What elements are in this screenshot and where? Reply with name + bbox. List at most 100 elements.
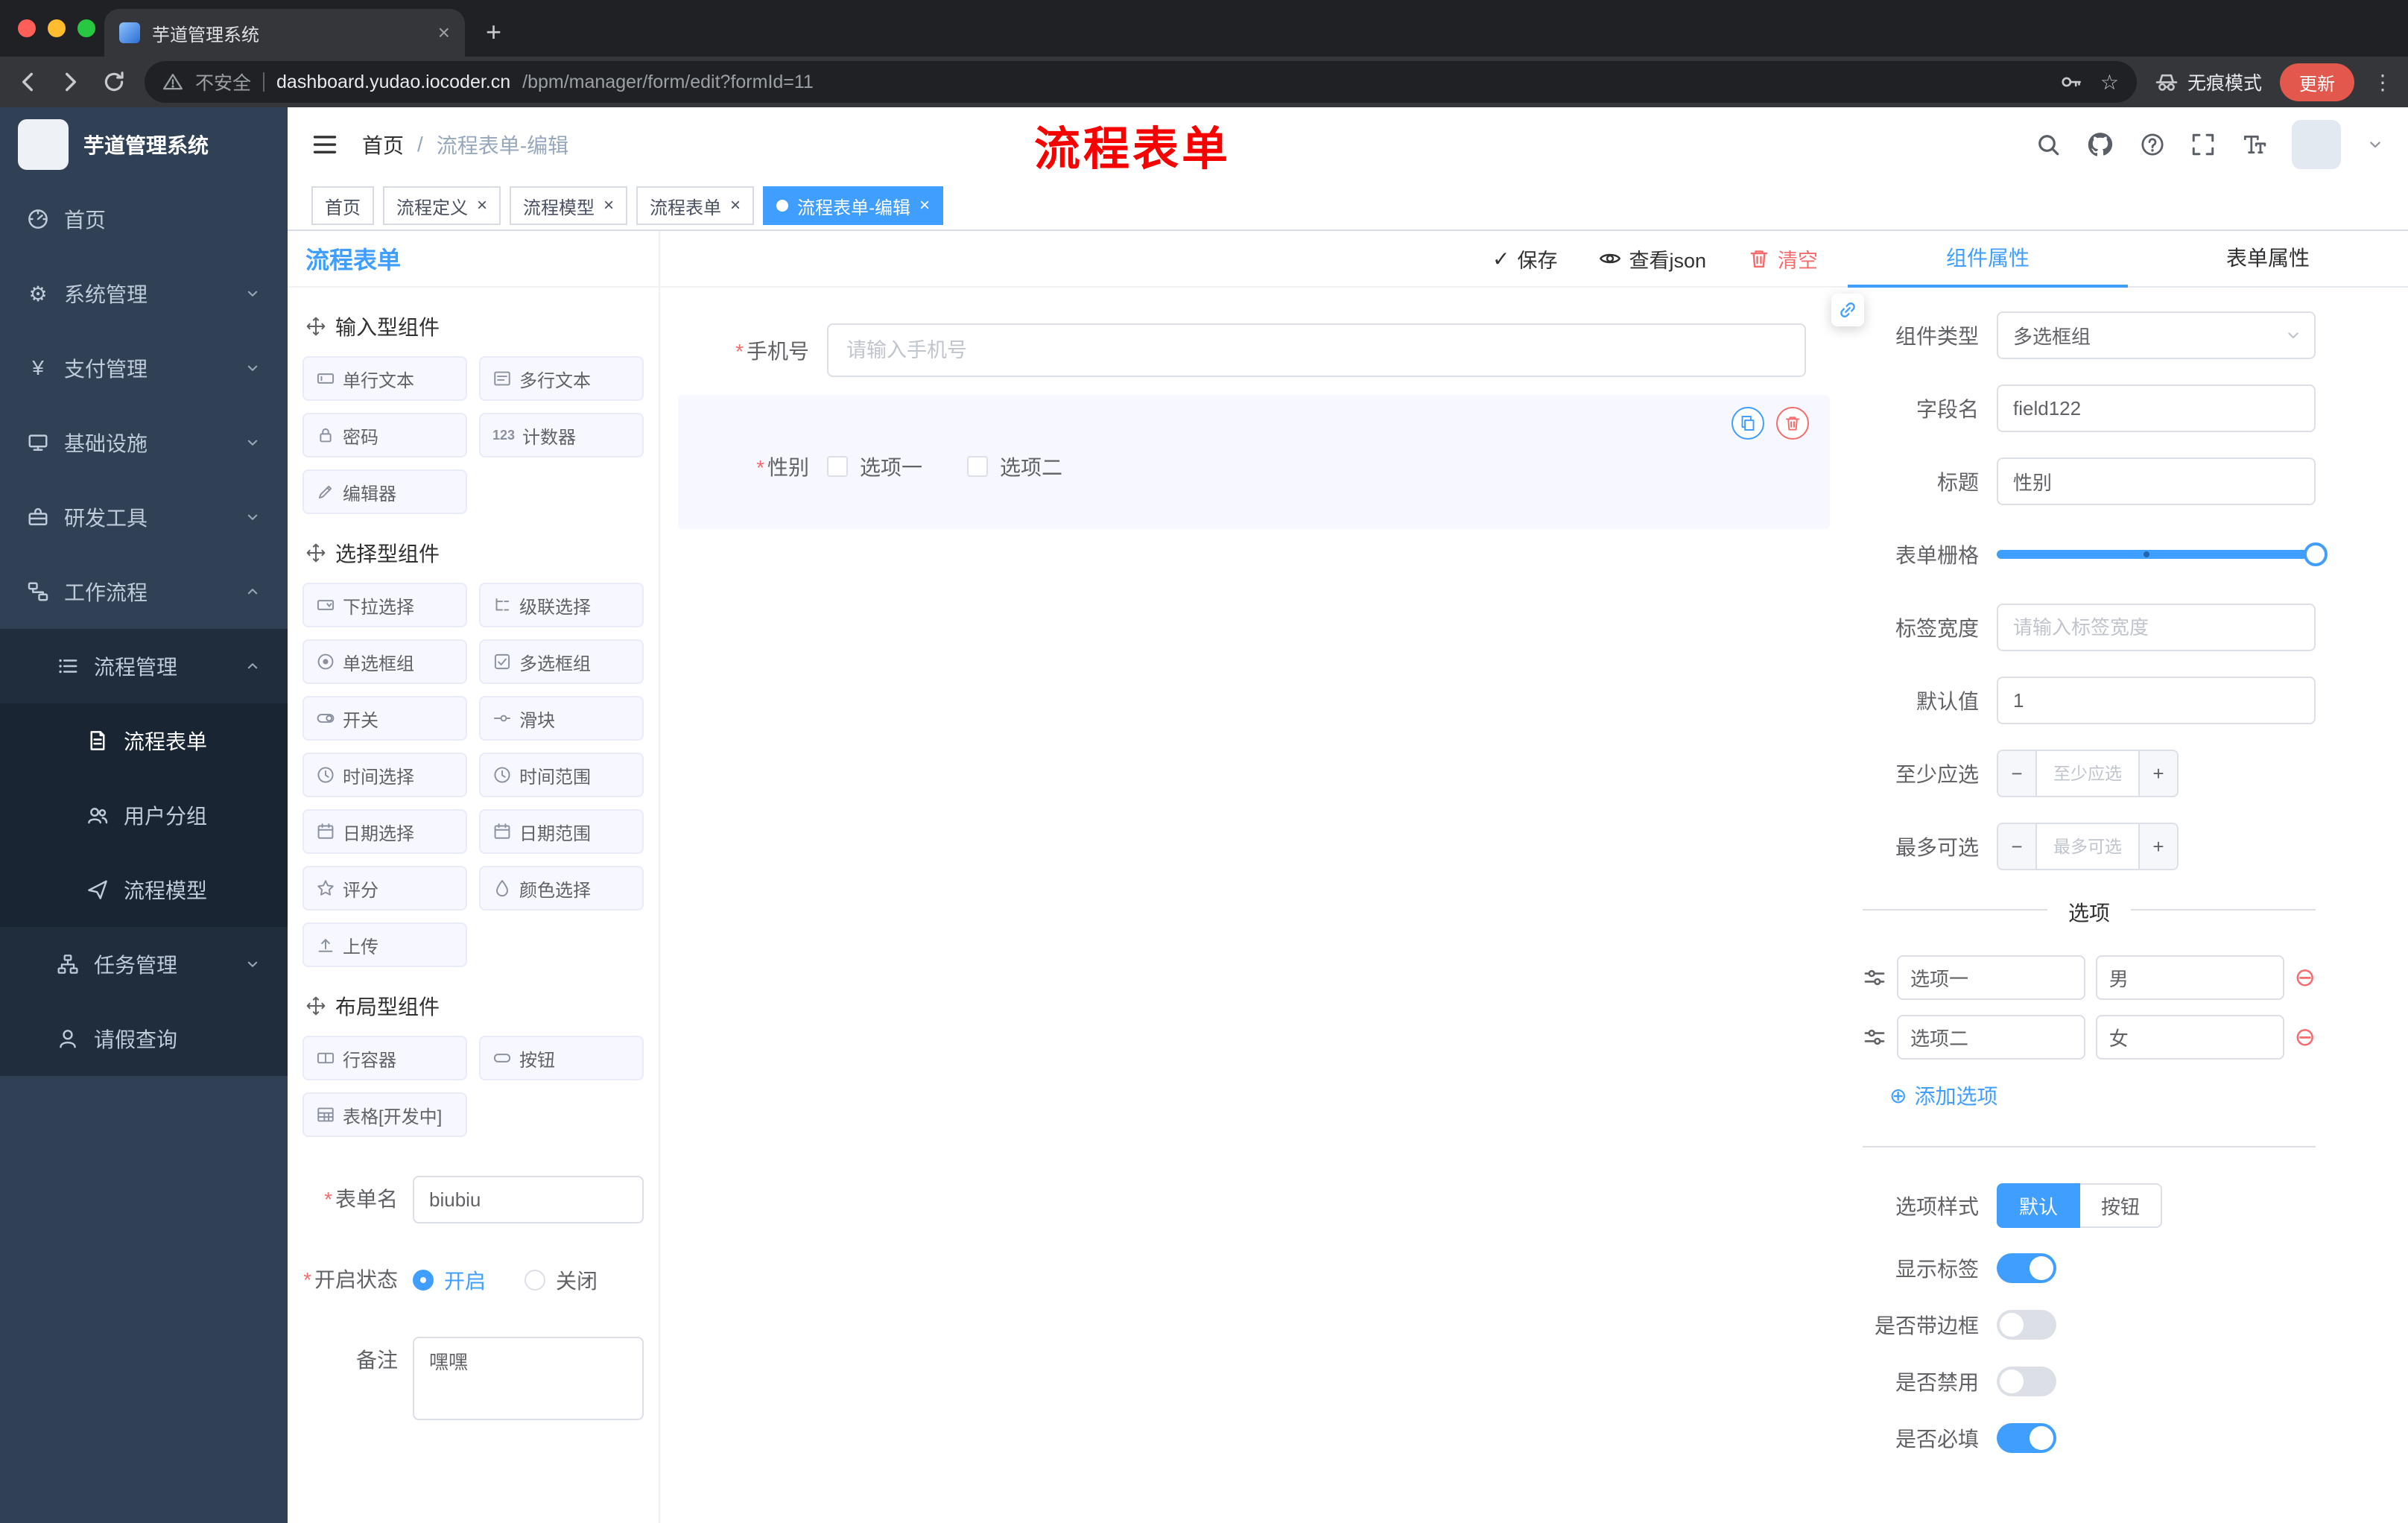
label-width-input[interactable] [1997,604,2316,651]
component-row-container[interactable]: 行容器 [302,1036,467,1080]
required-toggle[interactable] [1997,1423,2056,1453]
font-size-icon[interactable] [2241,132,2266,157]
increase-button[interactable]: + [2138,824,2177,869]
close-icon[interactable]: × [730,195,741,216]
sidebar-item-payment[interactable]: ¥ 支付管理 [0,331,288,405]
checkbox-option-1[interactable]: 选项一 [827,452,922,481]
sidebar-item-workflow[interactable]: 工作流程 [0,554,288,629]
form-name-input[interactable] [413,1176,644,1223]
warning-icon[interactable] [162,72,183,92]
github-icon[interactable] [2086,130,2114,159]
close-icon[interactable]: × [477,195,487,216]
add-option-link[interactable]: ⊕ 添加选项 [1889,1080,2316,1110]
component-editor[interactable]: 编辑器 [302,469,467,514]
field-name-input[interactable] [1997,384,2316,432]
option-2-name-input[interactable] [1897,1015,2085,1060]
minimize-window-button[interactable] [48,19,66,37]
component-date-range[interactable]: 日期范围 [479,809,644,854]
component-cascader[interactable]: 级联选择 [479,583,644,627]
help-icon[interactable] [2140,132,2165,157]
sidebar-item-task-management[interactable]: 任务管理 [0,927,288,1001]
form-remark-textarea[interactable]: 嘿嘿 [413,1337,644,1420]
avatar[interactable] [2292,120,2341,169]
option-1-name-input[interactable] [1897,955,2085,1000]
checkbox-option-2[interactable]: 选项二 [967,452,1062,481]
component-button[interactable]: 按钮 [479,1036,644,1080]
delete-field-button[interactable] [1776,407,1809,440]
option-1-value-input[interactable] [2095,955,2284,1000]
tag-home[interactable]: 首页 [311,186,374,225]
forward-icon[interactable] [58,69,83,95]
sidebar-item-leave-query[interactable]: 请假查询 [0,1001,288,1076]
style-button-button[interactable]: 按钮 [2080,1183,2163,1228]
browser-tab[interactable]: 芋道管理系统 × [104,9,465,57]
key-icon[interactable] [2060,71,2082,93]
tab-close-icon[interactable]: × [438,21,450,45]
remove-option-icon[interactable]: ⊖ [2295,965,2316,990]
search-icon[interactable] [2035,132,2061,157]
zoom-window-button[interactable] [77,19,95,37]
sidebar-item-user-group[interactable]: 用户分组 [0,778,288,852]
sidebar-item-home[interactable]: 首页 [0,182,288,256]
hamburger-icon[interactable] [311,131,338,158]
drag-handle-icon[interactable] [1863,1025,1886,1049]
field-gender-selected[interactable]: * 性别 选项一 选项二 [678,395,1830,529]
component-table[interactable]: 表格[开发中] [302,1092,467,1137]
remove-option-icon[interactable]: ⊖ [2295,1025,2316,1050]
title-input[interactable] [1997,457,2316,505]
decrease-button[interactable]: − [1998,824,2037,869]
fullscreen-icon[interactable] [2190,132,2216,157]
back-icon[interactable] [15,69,40,95]
component-time-range[interactable]: 时间范围 [479,753,644,797]
radio-open[interactable]: 开启 [413,1265,486,1295]
tag-process-definition[interactable]: 流程定义 × [383,186,501,225]
option-2-value-input[interactable] [2095,1015,2284,1060]
min-select-input[interactable] [2037,751,2138,796]
tag-process-form[interactable]: 流程表单 × [636,186,755,225]
component-slider[interactable]: 滑块 [479,696,644,741]
chevron-down-icon[interactable] [2366,136,2384,153]
save-button[interactable]: ✓ 保存 [1492,244,1557,273]
clear-button[interactable]: 清空 [1748,244,1818,273]
component-password[interactable]: 密码 [302,413,467,457]
copy-field-button[interactable] [1731,407,1764,440]
sidebar-item-system[interactable]: ⚙ 系统管理 [0,256,288,331]
tab-component-props[interactable]: 组件属性 [1848,231,2128,288]
component-checkbox-group[interactable]: 多选框组 [479,639,644,684]
sidebar-item-infrastructure[interactable]: 基础设施 [0,405,288,480]
sidebar-item-process-management[interactable]: 流程管理 [0,629,288,703]
component-time-picker[interactable]: 时间选择 [302,753,467,797]
close-icon[interactable]: × [919,195,930,216]
decrease-button[interactable]: − [1998,751,2037,796]
security-label[interactable]: 不安全 [195,69,251,95]
show-label-toggle[interactable] [1997,1253,2056,1283]
slider-handle[interactable] [2304,542,2328,566]
component-switch[interactable]: 开关 [302,696,467,741]
radio-closed[interactable]: 关闭 [525,1265,598,1295]
close-window-button[interactable] [18,19,36,37]
component-single-line-text[interactable]: 单行文本 [302,356,467,401]
sidebar-item-devtools[interactable]: 研发工具 [0,480,288,554]
sidebar-item-process-model[interactable]: 流程模型 [0,852,288,927]
field-phone-input[interactable] [827,323,1806,377]
drag-handle-icon[interactable] [1863,966,1886,990]
border-toggle[interactable] [1997,1310,2056,1340]
component-multi-line-text[interactable]: 多行文本 [479,356,644,401]
component-type-select[interactable]: 多选框组 [1997,311,2316,359]
component-select[interactable]: 下拉选择 [302,583,467,627]
tag-process-form-edit[interactable]: 流程表单-编辑 × [763,186,944,225]
bookmark-star-icon[interactable]: ☆ [2100,70,2119,95]
field-phone[interactable]: * 手机号 [678,323,1830,377]
style-default-button[interactable]: 默认 [1997,1183,2081,1228]
disabled-toggle[interactable] [1997,1367,2056,1396]
component-date-picker[interactable]: 日期选择 [302,809,467,854]
slider-track[interactable] [1997,542,2328,566]
component-upload[interactable]: 上传 [302,922,467,967]
component-radio-group[interactable]: 单选框组 [302,639,467,684]
grid-slider[interactable] [1997,531,2328,578]
new-tab-button[interactable]: + [486,16,501,48]
max-select-input[interactable] [2037,824,2138,869]
increase-button[interactable]: + [2138,751,2177,796]
link-affix-button[interactable] [1831,294,1864,326]
view-json-button[interactable]: 查看json [1599,244,1706,273]
